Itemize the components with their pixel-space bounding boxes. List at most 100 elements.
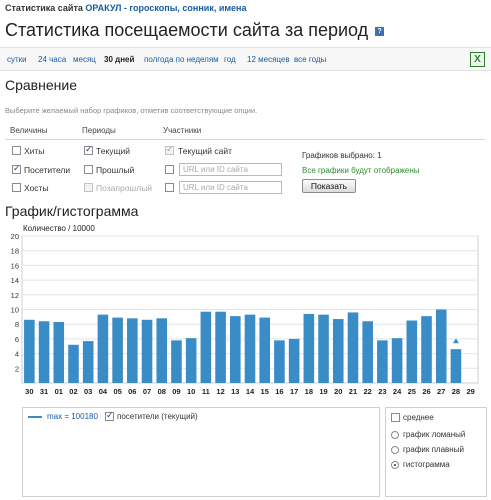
bar	[112, 317, 123, 383]
bar	[362, 321, 373, 383]
legend-max-text: max = 100180	[47, 412, 98, 421]
x-tick-label: 29	[466, 387, 474, 396]
x-tick-label: 08	[158, 387, 166, 396]
hits-checkbox[interactable]	[12, 146, 21, 155]
site-url-input-1[interactable]: URL или ID сайта	[179, 163, 282, 176]
bar	[435, 309, 447, 383]
bar	[200, 311, 212, 383]
mode-broken-radio[interactable]	[391, 431, 399, 439]
period-previous-label: Прошлый	[96, 165, 135, 175]
page-title-text: Статистика посещаемости сайта за период	[5, 20, 369, 40]
x-tick-label: 24	[393, 387, 402, 396]
comparison-title: Сравнение	[5, 77, 77, 93]
site-caption: Статистика сайта ОРАКУЛ - гороскопы, сон…	[5, 3, 246, 13]
y-tick-label: 16	[11, 261, 19, 270]
x-tick-label: 14	[246, 387, 255, 396]
bar	[406, 320, 418, 383]
x-tick-label: 19	[319, 387, 327, 396]
visitors-checkbox[interactable]	[12, 163, 21, 174]
bar	[303, 313, 315, 383]
average-label: среднее	[403, 413, 434, 422]
bar	[259, 317, 271, 383]
excel-icon[interactable]: X	[470, 52, 485, 67]
average-checkbox[interactable]	[391, 413, 400, 422]
watermark: bigmir	[222, 329, 265, 345]
visitors-label: Посетители	[24, 165, 71, 175]
x-tick-label: 13	[231, 387, 239, 396]
tab-30-days[interactable]: 30 дней	[104, 55, 134, 64]
legend-series-label: посетители (текущий)	[117, 412, 198, 421]
y-unit-label: Количество / 10000	[23, 224, 95, 233]
x-tick-label: 17	[290, 387, 298, 396]
x-tick-label: 15	[261, 387, 269, 396]
bar	[391, 338, 403, 383]
x-tick-label: 06	[128, 387, 136, 396]
tab-all-years[interactable]: все годы	[294, 55, 326, 64]
tab-12-months[interactable]: 12 месяцев	[247, 55, 290, 64]
question-icon[interactable]: ?	[375, 27, 385, 36]
hits-label: Хиты	[24, 146, 45, 156]
chart: Количество / 10000 2 4 6 8 10 12 14 16 18 20 bigmir…	[5, 222, 485, 400]
current-site-checkbox	[165, 144, 174, 155]
bar	[82, 341, 94, 383]
tab-24h[interactable]: 24 часа	[38, 55, 66, 64]
col-participants-header: Участники	[163, 126, 202, 135]
y-tick-label: 8	[15, 320, 19, 329]
bar	[377, 340, 388, 383]
y-tick-label: 14	[11, 276, 19, 285]
tab-day[interactable]: сутки	[7, 55, 27, 64]
hosts-label: Хосты	[24, 183, 49, 193]
bar	[347, 312, 359, 383]
bar	[421, 316, 432, 383]
hosts-checkbox[interactable]	[12, 183, 21, 192]
comparison-hint: Выберите желаемый набор графиков, отмети…	[5, 106, 258, 115]
x-tick-label: 28	[452, 387, 460, 396]
mode-smooth-label: график плавный	[403, 445, 464, 454]
bar	[171, 340, 182, 383]
x-tick-label: 20	[334, 387, 342, 396]
mode-broken-label: график ломаный	[403, 430, 466, 439]
site-url-input-2[interactable]: URL или ID сайта	[179, 181, 282, 194]
x-tick-label: 09	[172, 387, 180, 396]
y-tick-label: 2	[15, 364, 19, 373]
x-tick-label: 21	[349, 387, 357, 396]
bar	[450, 349, 462, 383]
col-periods-header: Периоды	[82, 126, 116, 135]
x-tick-label: 12	[216, 387, 224, 396]
show-button[interactable]: Показать	[302, 179, 356, 193]
x-tick-label: 03	[84, 387, 92, 396]
tab-half-year[interactable]: полгода по неделям	[144, 55, 219, 64]
mode-histogram-radio[interactable]	[391, 461, 399, 469]
page-title: Статистика посещаемости сайта за период …	[5, 20, 385, 41]
tab-month[interactable]: месяц	[73, 55, 96, 64]
x-tick-label: 11	[202, 387, 210, 396]
mode-smooth-radio[interactable]	[391, 446, 399, 454]
period-tabs: сутки 24 часа месяц 30 дней полгода по н…	[0, 47, 491, 71]
site-name-link[interactable]: ОРАКУЛ - гороскопы, сонник, имена	[85, 3, 246, 13]
y-tick-label: 10	[11, 306, 19, 315]
graphs-selected-text: Графиков выбрано: 1	[302, 151, 382, 160]
period-previous-checkbox[interactable]	[84, 165, 93, 174]
bar	[53, 321, 65, 383]
chart-section-title: График/гистограмма	[5, 203, 139, 219]
tab-year[interactable]: год	[224, 55, 236, 64]
bar	[215, 311, 226, 383]
site-2-checkbox[interactable]	[165, 183, 174, 192]
site-caption-prefix: Статистика сайта	[5, 3, 83, 13]
comparison-divider	[5, 139, 485, 140]
y-tick-label: 18	[11, 247, 19, 256]
period-before-previous-label: Позапрошлый	[96, 183, 153, 193]
bar	[318, 314, 329, 383]
x-tick-label: 18	[305, 387, 313, 396]
site-1-checkbox[interactable]	[165, 165, 174, 174]
bar	[185, 338, 197, 383]
y-tick-label: 4	[15, 350, 19, 359]
current-site-label: Текущий сайт	[178, 146, 232, 156]
y-tick-label: 6	[15, 335, 19, 344]
bar	[24, 319, 35, 383]
period-current-checkbox[interactable]	[84, 144, 93, 155]
series-line-swatch	[28, 416, 42, 418]
legend-series-checkbox[interactable]	[105, 410, 114, 421]
bar	[127, 318, 138, 383]
all-graphs-shown-text: Все графики будут отображены	[302, 166, 420, 175]
